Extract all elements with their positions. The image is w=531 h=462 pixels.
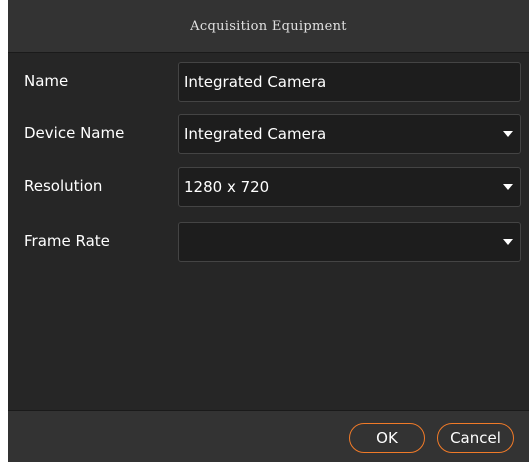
device-name-label: Device Name [24,124,125,142]
frame-rate-label: Frame Rate [24,232,110,250]
chevron-down-icon [503,184,513,190]
name-input[interactable]: Integrated Camera [178,62,521,102]
device-name-dropdown-value: Integrated Camera [184,125,327,143]
resolution-dropdown-value: 1280 x 720 [184,178,270,196]
chevron-down-icon [503,239,513,245]
cancel-button[interactable]: Cancel [437,423,514,453]
dialog-title: Acquisition Equipment [190,18,347,34]
device-name-dropdown[interactable]: Integrated Camera [178,114,521,154]
frame-rate-row: Frame Rate [8,222,529,264]
acquisition-equipment-dialog: Acquisition Equipment Name Integrated Ca… [8,0,529,462]
name-input-value: Integrated Camera [184,73,327,91]
resolution-dropdown[interactable]: 1280 x 720 [178,167,521,207]
dialog-titlebar: Acquisition Equipment [8,0,529,53]
name-label: Name [24,72,69,90]
resolution-label: Resolution [24,177,103,195]
chevron-down-icon [503,131,513,137]
dialog-footer: OK Cancel [8,410,529,462]
ok-button[interactable]: OK [349,423,425,453]
device-name-row: Device Name Integrated Camera [8,114,529,156]
resolution-row: Resolution 1280 x 720 [8,167,529,209]
frame-rate-dropdown[interactable] [178,222,521,262]
name-row: Name Integrated Camera [8,62,529,104]
